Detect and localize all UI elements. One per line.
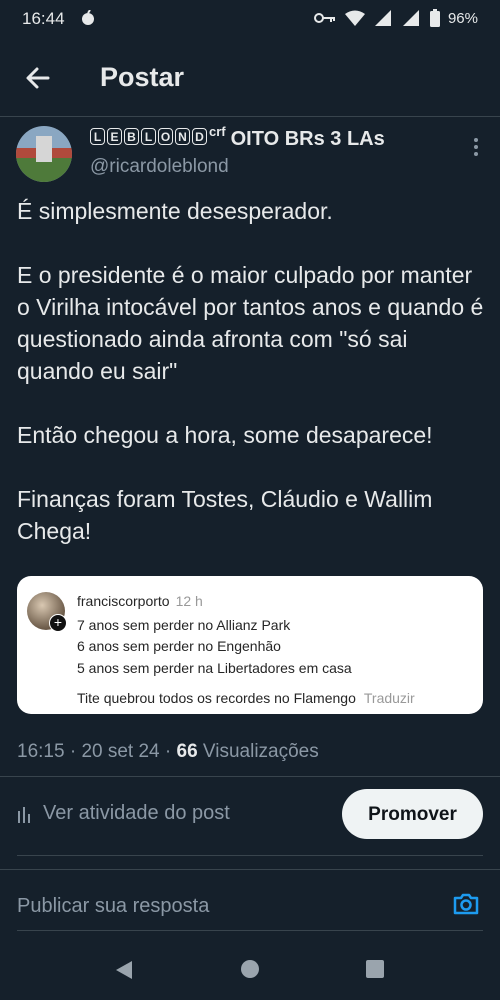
- user-handle[interactable]: @ricardoleblond: [90, 156, 229, 178]
- avatar-image: [16, 126, 72, 182]
- status-icons: 96%: [313, 9, 478, 27]
- nav-home-icon[interactable]: [241, 960, 259, 978]
- display-name-letter: B: [124, 128, 139, 145]
- system-nav-bar: [0, 940, 500, 1000]
- display-name-rest: OITO BRs 3 LAs: [230, 128, 385, 150]
- activity-label: Ver atividade do post: [43, 802, 230, 824]
- views-label: Visualizações: [202, 741, 319, 762]
- nav-recent-icon[interactable]: [366, 960, 384, 978]
- embed-username: franciscorporto 12 h: [77, 593, 203, 609]
- embed-last-line-text: Tite quebrou todos os recordes no Flamen…: [77, 690, 356, 706]
- status-time: 16:44: [22, 9, 65, 28]
- tweet-meta: 16:15 · 20 set 24 · 66 Visualizações: [17, 741, 319, 762]
- display-name-letter: L: [141, 128, 156, 145]
- display-name-letter: E: [107, 128, 122, 145]
- tweet-paragraph: E o presidente é o maior culpado por man…: [17, 262, 484, 384]
- notification-icon: [82, 10, 94, 25]
- embed-translate: Traduzir: [363, 690, 415, 706]
- tweet-date: 20 set 24: [81, 741, 160, 762]
- tweet-text: É simplesmente desesperador. E o preside…: [17, 195, 487, 579]
- actions-divider: [17, 855, 483, 856]
- header: Postar: [0, 40, 500, 116]
- embed-line: 5 anos sem perder na Libertadores em cas…: [77, 660, 352, 676]
- embed-line: 7 anos sem perder no Allianz Park: [77, 617, 291, 633]
- tweet-paragraph: É simplesmente desesperador.: [17, 198, 333, 224]
- page-title: Postar: [100, 62, 185, 92]
- tweet-paragraph: Finanças foram Tostes, Cláudio e Wallim …: [17, 486, 433, 544]
- add-icon: +: [49, 614, 67, 632]
- display-name-letter: N: [175, 128, 190, 145]
- embed-last-line: Tite quebrou todos os recordes no Flamen…: [77, 690, 415, 706]
- display-name-letter: L: [90, 128, 105, 145]
- post-activity-link[interactable]: Ver atividade do post: [17, 802, 230, 825]
- display-name-boxed: LEBLOND: [90, 128, 207, 145]
- wifi-icon: [344, 10, 365, 26]
- display-name-letter: O: [158, 128, 173, 145]
- signal-icon-2: [402, 10, 419, 26]
- battery-level: 96%: [447, 9, 478, 27]
- display-name[interactable]: LEBLOND crf OITO BRs 3 LAs: [90, 124, 385, 151]
- promote-button[interactable]: Promover: [342, 789, 483, 839]
- views-count: 66: [176, 741, 198, 762]
- camera-icon[interactable]: [452, 890, 480, 918]
- embed-line: 6 anos sem perder no Engenhão: [77, 638, 281, 654]
- display-name-sup: crf: [209, 124, 226, 139]
- nav-back-icon[interactable]: [114, 960, 134, 980]
- meta-divider: [0, 776, 500, 777]
- back-arrow-icon[interactable]: [20, 60, 56, 96]
- tweet-time: 16:15: [17, 741, 65, 762]
- embed-time: 12 h: [175, 593, 203, 609]
- more-options-icon[interactable]: [472, 138, 480, 160]
- header-divider: [0, 116, 500, 117]
- tweet-paragraph: Então chegou a hora, some desaparece!: [17, 422, 433, 448]
- reply-input[interactable]: Publicar sua resposta: [17, 895, 209, 918]
- analytics-icon: [18, 806, 30, 823]
- signal-icon: [374, 10, 391, 26]
- reply-underline: [17, 930, 483, 931]
- avatar[interactable]: [16, 126, 72, 182]
- status-bar: 16:44 96%: [0, 0, 500, 40]
- key-icon: [313, 13, 335, 23]
- battery-icon: [429, 9, 440, 27]
- tweet-image[interactable]: + franciscorporto 12 h 7 anos sem perder …: [17, 576, 483, 714]
- reply-bar: Publicar sua resposta: [0, 870, 500, 934]
- embed-username-text: franciscorporto: [77, 593, 170, 609]
- display-name-letter: D: [192, 128, 207, 145]
